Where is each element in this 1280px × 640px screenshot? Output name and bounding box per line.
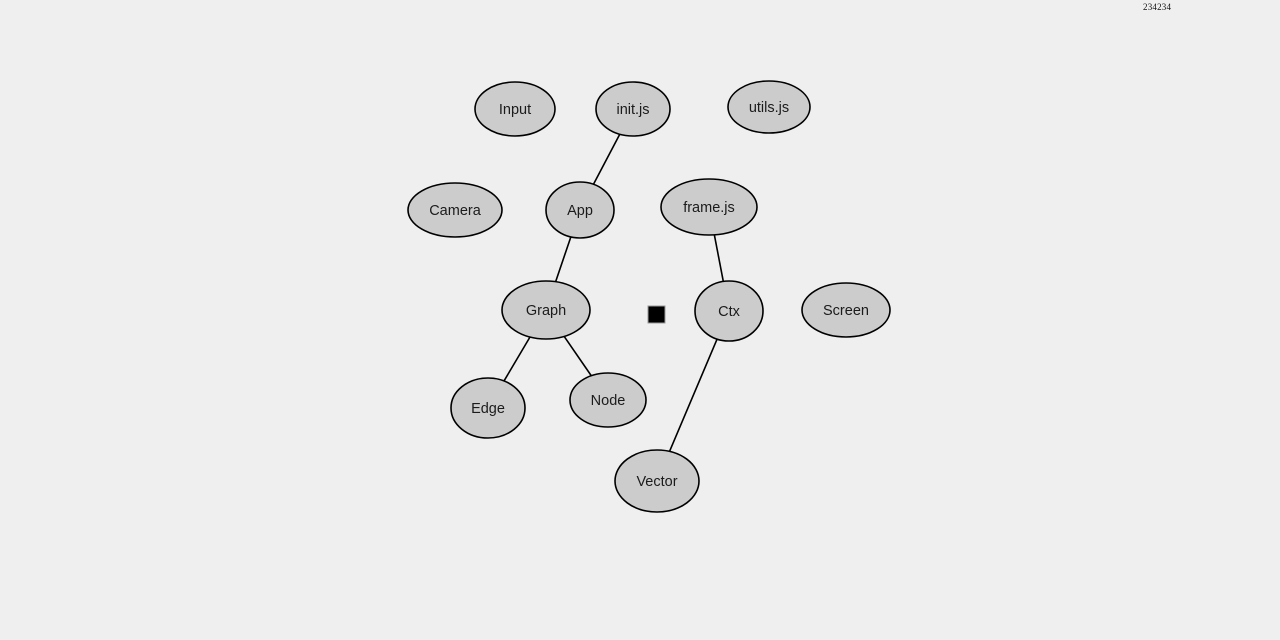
graph-edge-framejs-ctx [713, 234, 725, 282]
graph-node-input[interactable]: Input [474, 81, 556, 137]
node-label-initjs: init.js [616, 102, 649, 118]
selection-marker[interactable] [647, 305, 666, 324]
graph-node-edge[interactable]: Edge [450, 377, 526, 439]
graph-node-ctx[interactable]: Ctx [694, 280, 764, 342]
graph-node-initjs[interactable]: init.js [595, 81, 671, 137]
node-label-edge: Edge [471, 401, 505, 417]
graph-edge-app-graph [554, 236, 572, 282]
graph-edge-ctx-vector [668, 338, 718, 452]
node-label-app: App [567, 203, 593, 219]
node-label-vector: Vector [636, 474, 677, 490]
node-label-graph: Graph [526, 303, 566, 319]
graph-node-screen[interactable]: Screen [801, 282, 891, 338]
node-label-camera: Camera [429, 203, 482, 219]
graph-node-framejs[interactable]: frame.js [660, 178, 758, 236]
graph-node-camera[interactable]: Camera [407, 182, 503, 238]
nodes-layer: Input init.js utils.js Camera App frame.js Gra… [407, 80, 891, 513]
graph-edge-initjs-app [592, 133, 621, 185]
graph-node-vector[interactable]: Vector [614, 449, 700, 513]
node-label-framejs: frame.js [683, 200, 735, 216]
graph-node-node[interactable]: Node [569, 372, 647, 428]
node-label-ctx: Ctx [718, 304, 741, 320]
graph-node-app[interactable]: App [545, 181, 615, 239]
graph-canvas[interactable]: Input init.js utils.js Camera App frame.js Gra… [0, 0, 1280, 640]
graph-edge-graph-edge [503, 336, 531, 382]
node-label-node: Node [591, 393, 626, 409]
graph-node-utilsjs[interactable]: utils.js [727, 80, 811, 134]
graph-node-graph[interactable]: Graph [501, 280, 591, 340]
node-label-utilsjs: utils.js [749, 100, 789, 116]
graph-edge-graph-node [563, 335, 592, 377]
node-label-screen: Screen [823, 303, 869, 319]
markers-layer [647, 305, 666, 324]
node-label-input: Input [499, 102, 531, 118]
